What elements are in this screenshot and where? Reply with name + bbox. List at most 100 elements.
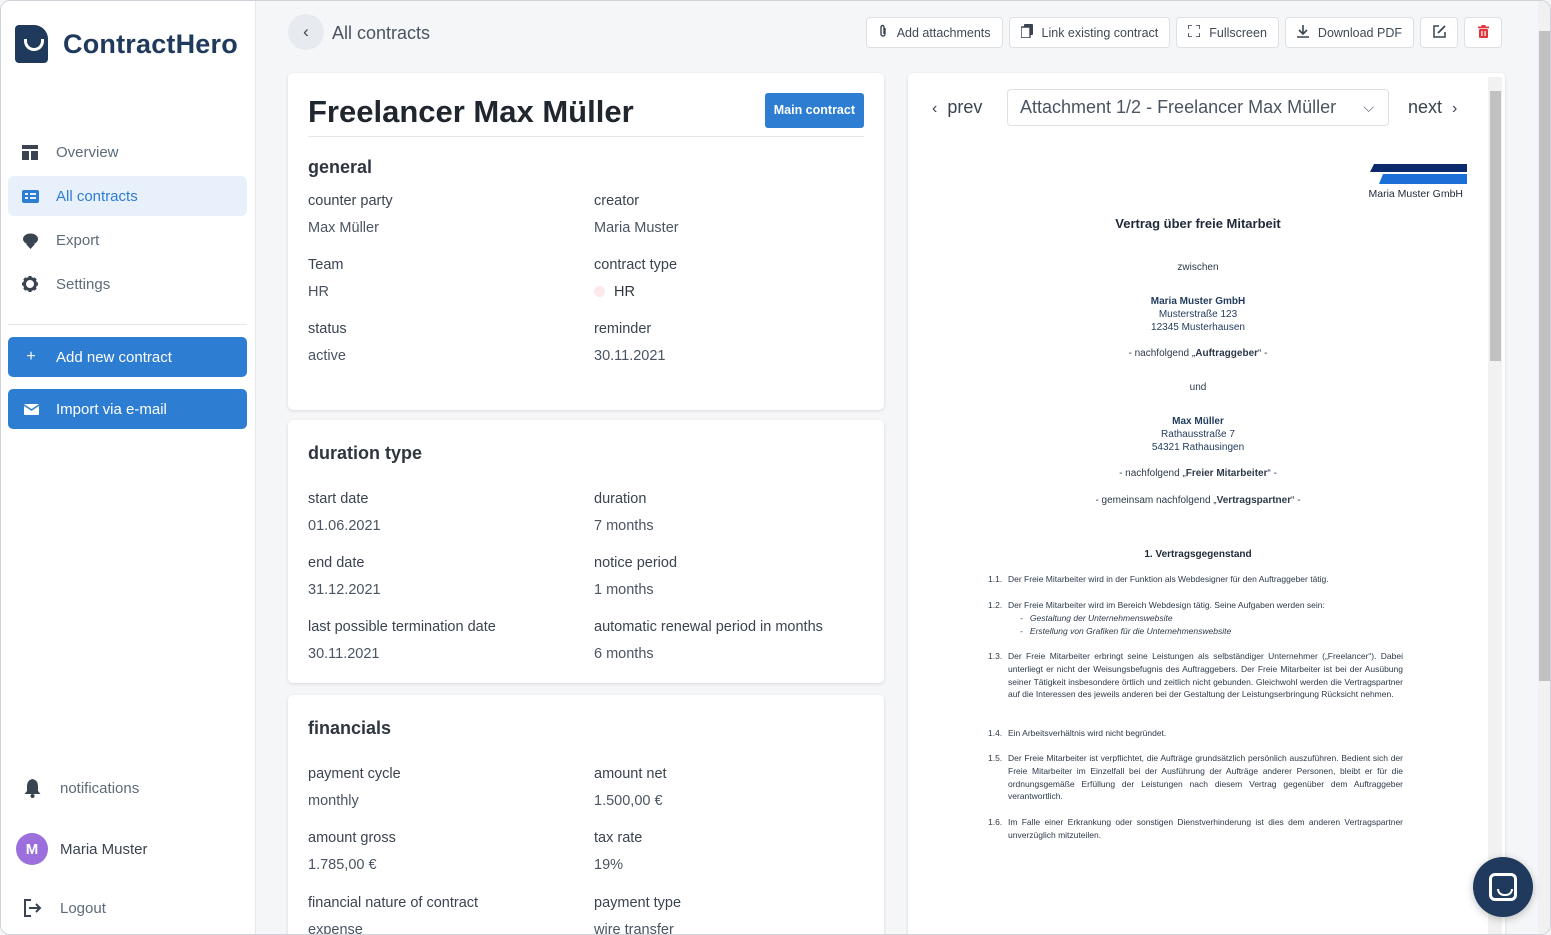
fullscreen-label: Fullscreen [1209,25,1267,40]
doc-party2-city: 54321 Rathausingen [1151,442,1245,453]
attachment-select-value: Attachment 1/2 - Freelancer Max Müller [1020,97,1337,117]
attachment-select[interactable]: Attachment 1/2 - Freelancer Max Müller ⌵ [1007,89,1389,126]
sidebar-item-settings[interactable]: Settings [8,264,247,304]
doc-bullet-text: Gestaltung der Unternehmenswebsite [1029,612,1173,623]
doc-text: Vertragspartner [1216,495,1292,506]
field-amount-gross: amount gross 1.785,00 € [308,830,578,873]
field-last-termination-date: last possible termination date 30.11.202… [308,619,578,662]
doc-paragraph-text: Der Freie Mitarbeiter wird im Bereich We… [1008,600,1325,610]
export-icon [21,231,39,249]
section-title-general: general [308,157,373,177]
fullscreen-button[interactable]: Fullscreen [1176,17,1279,48]
field-label: payment cycle [308,766,401,782]
doc-joint-role: - gemeinsam nachfolgend „Vertragspartner… [948,495,1448,506]
sidebar-item-label: Settings [56,275,111,293]
section-title-duration: duration type [308,443,423,463]
sidebar-divider [8,324,247,325]
breadcrumb[interactable]: All contracts [332,23,430,44]
prev-attachment-button[interactable]: ‹ prev [932,97,982,118]
edit-icon [1432,24,1446,41]
sidebar-item-overview[interactable]: Overview [8,132,247,172]
fullscreen-icon [1187,24,1202,40]
field-start-date: start date 01.06.2021 [308,491,578,534]
field-label: creator [594,193,640,209]
field-label: notice period [594,555,678,571]
doc-paragraph-number: 1.1. [988,574,1003,584]
field-payment-type: payment type wire transfer [594,895,864,935]
doc-paragraph-number: 1.3. [988,651,1003,661]
field-renewal-period: automatic renewal period in months 6 mon… [594,619,864,662]
delete-button[interactable] [1464,17,1502,48]
field-value: wire transfer [594,922,674,935]
field-duration: duration 7 months [594,491,864,534]
page-scroll-thumb[interactable] [1539,31,1550,681]
doc-party2-street: Rathausstraße 7 [1161,429,1235,440]
field-value: 6 months [594,646,654,662]
field-reminder: reminder 30.11.2021 [594,321,864,364]
title-divider [308,136,864,137]
next-attachment-button[interactable]: next › [1408,97,1457,118]
envelope-icon [23,403,39,415]
general-card: Freelancer Max Müller Main contract gene… [288,73,884,410]
edit-button[interactable] [1420,17,1458,48]
avatar: M [16,833,48,865]
add-new-contract-button[interactable]: + Add new contract [8,337,247,377]
doc-text: “ - [1258,348,1268,359]
field-value: Maria Muster [594,220,679,236]
import-via-email-button[interactable]: Import via e-mail [8,389,247,429]
doc-text: “ - [1291,495,1301,506]
back-button[interactable]: ‹ [288,14,324,50]
field-value: 19% [594,857,624,873]
field-label: reminder [594,321,652,337]
logo[interactable]: ContractHero [15,25,238,63]
doc-paragraph-number: 1.4. [988,728,1003,738]
field-label: Team [308,257,344,273]
notifications-button[interactable]: notifications [21,779,139,798]
field-label: start date [308,491,369,507]
sidebar: ContractHero Overview All contracts Expo… [1,1,256,934]
doc-between: zwischen [1177,262,1219,273]
user-profile[interactable]: M Maria Muster [16,833,148,865]
download-pdf-button[interactable]: Download PDF [1284,17,1414,48]
field-amount-net: amount net 1.500,00 € [594,766,864,809]
doc-title: Vertrag über freie Mitarbeit [1115,216,1281,231]
document-viewer: ‹ prev Attachment 1/2 - Freelancer Max M… [908,73,1505,934]
doc-paragraph: 1.5. Der Freie Mitarbeiter ist verpflich… [988,752,1403,803]
doc-bullet: - Erstellung von Grafiken für die Untern… [1020,625,1232,636]
viewer-scroll-thumb[interactable] [1490,91,1501,361]
doc-paragraph-text: Der Freie Mitarbeiter wird in der Funkti… [1008,574,1329,584]
logout-button[interactable]: Logout [21,899,106,917]
add-attachments-button[interactable]: Add attachments [865,17,1003,48]
field-value: monthly [308,793,359,809]
paperclip-icon [878,24,888,41]
field-label: end date [308,555,365,571]
sidebar-item-all-contracts[interactable]: All contracts [8,176,247,216]
sidebar-item-label: Overview [56,143,119,161]
doc-bullet-text: Erstellung von Grafiken für die Unterneh… [1029,625,1232,636]
field-creator: creator Maria Muster [594,193,864,236]
field-label: financial nature of contract [308,895,479,911]
financials-card: financials payment cycle monthly amount … [288,695,884,935]
company-logo-stripes [1370,164,1467,184]
doc-text: - gemeinsam nachfolgend „ [1095,495,1217,506]
chevron-down-icon: ⌵ [1363,99,1374,115]
link-existing-contract-button[interactable]: Link existing contract [1008,17,1171,48]
field-label: status [308,321,347,337]
viewer-scrollbar[interactable] [1488,77,1502,934]
field-value: 30.11.2021 [594,348,666,364]
doc-paragraph: 1.3. Der Freie Mitarbeiter erbringt sein… [988,650,1403,701]
toolbar: Add attachments Link existing contract F… [865,17,1502,48]
download-icon [1296,24,1309,41]
chevron-right-icon: › [1452,100,1458,117]
doc-paragraph-text: Im Falle einer Erkrankung oder sonstigen… [1008,817,1403,840]
chat-widget-button[interactable] [1473,857,1533,917]
chevron-left-icon: ‹ [303,22,309,41]
sidebar-item-export[interactable]: Export [8,220,247,260]
field-end-date: end date 31.12.2021 [308,555,578,598]
logout-icon [21,899,43,917]
field-status: status active [308,321,578,364]
contract-type-color-dot [594,286,605,297]
field-value: active [308,348,346,364]
main-contract-badge[interactable]: Main contract [764,93,864,128]
trash-icon [1477,24,1489,41]
